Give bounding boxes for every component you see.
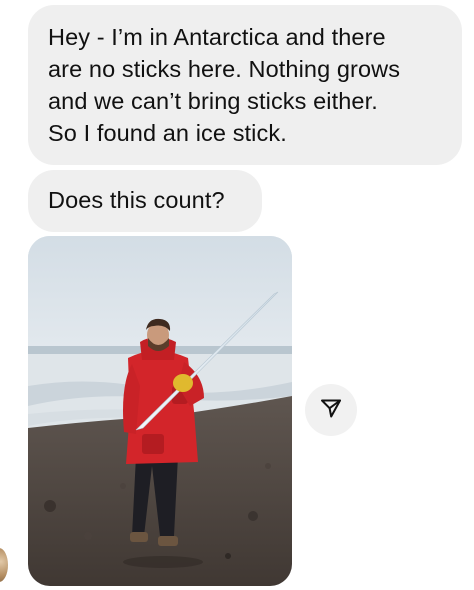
paper-plane-icon (319, 396, 343, 425)
message-photo[interactable] (28, 236, 292, 586)
share-button[interactable] (305, 384, 357, 436)
chat-screen: Hey - I’m in Antarctica and there are no… (0, 0, 474, 590)
photo-ice-stick-man (28, 236, 292, 586)
message-bubble-antarctica[interactable]: Hey - I’m in Antarctica and there are no… (28, 5, 462, 165)
avatar[interactable] (0, 548, 8, 582)
message-bubble-question[interactable]: Does this count? (28, 170, 262, 232)
